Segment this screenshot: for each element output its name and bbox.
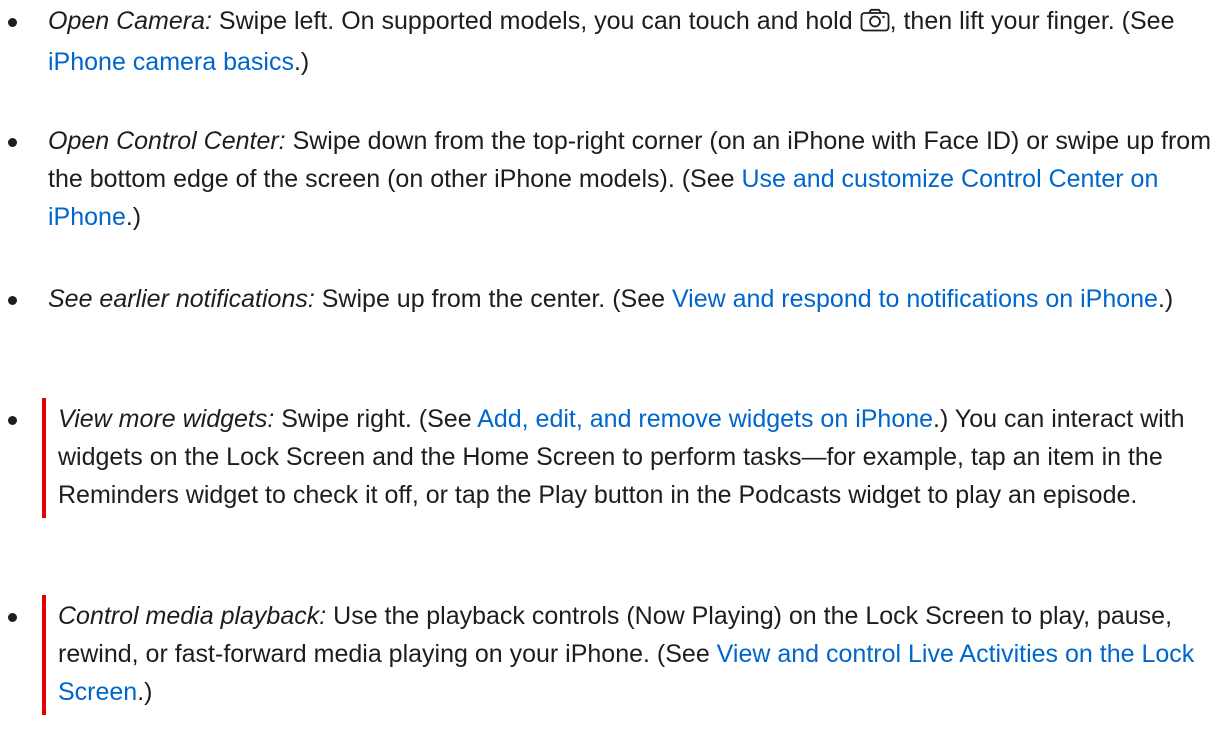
list-item-text: View more widgets: Swipe right. (See Add… [42, 398, 1218, 518]
link-widgets[interactable]: Add, edit, and remove widgets on iPhone [477, 405, 933, 433]
bullet [8, 138, 17, 147]
item-term: See earlier notifications: [48, 285, 315, 313]
item-text: Swipe up from the center. (See [314, 285, 672, 313]
link-iphone-camera-basics[interactable]: iPhone camera basics [48, 48, 294, 76]
item-term: View more widgets: [58, 405, 275, 433]
list-item-text: Control media playback: Use the playback… [42, 595, 1218, 715]
item-text: Swipe left. On supported models, you can… [211, 7, 860, 35]
item-term: Open Control Center: [48, 127, 286, 155]
bullet [8, 296, 17, 305]
item-text: .) [293, 48, 310, 76]
item-text: .) [125, 203, 142, 231]
bullet [8, 613, 17, 622]
item-text: .) [1157, 285, 1174, 313]
item-term: Control media playback: [58, 602, 327, 630]
camera-icon [860, 5, 890, 43]
item-term: Open Camera: [48, 7, 212, 35]
list-item-text: Open Camera: Swipe left. On supported mo… [48, 2, 1214, 81]
item-text: , then lift your finger. (See [889, 7, 1175, 35]
bullet [8, 18, 17, 27]
link-notifications[interactable]: View and respond to notifications on iPh… [672, 285, 1158, 313]
list-item-text: Open Control Center: Swipe down from the… [48, 122, 1214, 236]
list-item-text: See earlier notifications: Swipe up from… [48, 280, 1214, 318]
item-text: Swipe right. (See [274, 405, 478, 433]
item-text: .) [137, 678, 153, 706]
bullet [8, 416, 17, 425]
